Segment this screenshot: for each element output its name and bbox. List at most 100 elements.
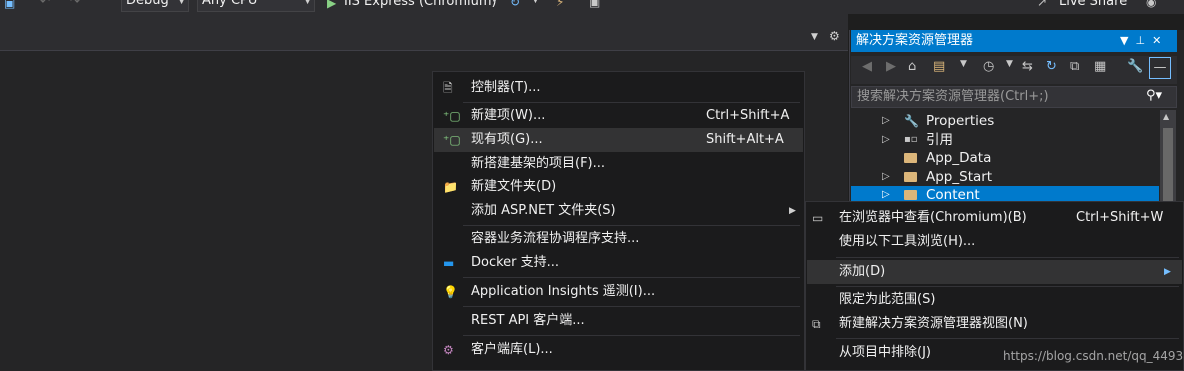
forward-icon[interactable]: ▶	[886, 59, 896, 74]
menu-item-label: 客户端库(L)...	[471, 342, 553, 357]
menu-separator	[463, 335, 800, 336]
properties-wrench-icon[interactable]: 🔧	[1127, 59, 1143, 74]
menu-item-scaffold[interactable]: 新搭建基架的项目(F)...	[434, 152, 803, 176]
menu-item-docker-support[interactable]: ▬ Docker 支持...	[434, 251, 803, 275]
document-icon: 🗎	[443, 81, 453, 95]
search-icon[interactable]: ⚲▾	[1146, 88, 1162, 103]
solution-explorer-search-input[interactable]: 搜索解决方案资源管理器(Ctrl+;)	[851, 86, 1177, 108]
menu-item-label: REST API 客户端...	[471, 313, 585, 328]
tab-list-dropdown-icon[interactable]: ▼	[811, 32, 818, 42]
menu-separator	[836, 257, 1179, 258]
menu-item-new-folder[interactable]: 📁 新建文件夹(D)	[434, 175, 803, 199]
menu-item-controller[interactable]: 🗎 控制器(T)...	[434, 76, 803, 100]
collapse-all-icon[interactable]: ⧉	[1070, 59, 1079, 74]
play-icon[interactable]: ▶	[327, 0, 336, 10]
new-folder-icon: 📁	[443, 180, 458, 194]
wrench-icon: 🔧	[904, 114, 919, 128]
menu-separator	[463, 102, 800, 103]
expand-arrow-icon[interactable]: ▷	[882, 112, 890, 130]
switch-views-icon[interactable]: ▤	[933, 59, 945, 74]
menu-item-label: 在浏览器中查看(Chromium)(B)	[839, 210, 1027, 225]
menu-item-label: 新建项(W)...	[471, 108, 546, 123]
run-button[interactable]: IIS Express (Chromium)	[344, 0, 497, 9]
home-icon[interactable]: ⌂	[908, 59, 916, 74]
menu-item-shortcut: Ctrl+Shift+A	[706, 108, 790, 123]
redo-icon[interactable]: ↷	[70, 0, 80, 8]
panel-title-buttons: ▼⊥✕	[1120, 30, 1168, 52]
menu-item-label: 使用以下工具浏览(H)...	[839, 234, 976, 249]
show-all-files-icon[interactable]: ▦	[1094, 59, 1106, 74]
menu-item-label: 添加(D)	[839, 264, 886, 279]
references-icon: ▪▫	[904, 134, 918, 145]
menu-item-new-item[interactable]: ⁺▢ 新建项(W)... Ctrl+Shift+A	[434, 104, 803, 128]
menu-item-label: Application Insights 遥测(I)...	[471, 284, 656, 299]
menu-item-label: 控制器(T)...	[471, 80, 541, 95]
screenshot-icon[interactable]: ▣	[589, 0, 600, 9]
expand-arrow-icon[interactable]: ▷	[882, 131, 890, 149]
menu-separator	[836, 286, 1179, 287]
menu-item-scope-to-this[interactable]: 限定为此范围(S)	[807, 288, 1182, 312]
preview-icon[interactable]: —	[1149, 57, 1171, 79]
menu-item-view-in-browser[interactable]: ▭ 在浏览器中查看(Chromium)(B) Ctrl+Shift+W	[807, 206, 1182, 230]
menu-item-label: 限定为此范围(S)	[839, 292, 936, 307]
expand-arrow-icon[interactable]: ▷	[882, 168, 890, 186]
refresh-icon[interactable]: ↻	[510, 0, 520, 9]
menu-item-asp-net-folder[interactable]: 添加 ASP.NET 文件夹(S) ▶	[434, 199, 803, 223]
submenu-arrow-icon: ▶	[1164, 267, 1171, 277]
menu-separator	[463, 306, 800, 307]
menu-item-existing-item[interactable]: ⁺▢ 现有项(G)... Shift+Alt+A	[434, 128, 803, 152]
add-submenu: 🗎 控制器(T)... ⁺▢ 新建项(W)... Ctrl+Shift+A ⁺▢…	[432, 71, 805, 371]
new-view-icon: ⧉	[812, 317, 821, 331]
scroll-up-icon[interactable]: ▲	[1163, 112, 1169, 121]
pin-icon[interactable]: ⊥	[1135, 34, 1152, 47]
existing-item-icon: ⁺▢	[443, 133, 461, 147]
chevron-down-icon[interactable]: ▼	[491, 0, 498, 5]
menu-item-add[interactable]: 添加(D) ▶	[807, 260, 1182, 284]
tree-item-app-start[interactable]: ▷ App_Start	[851, 168, 1159, 186]
application-insights-icon: 💡	[443, 285, 458, 299]
menu-item-new-explorer-view[interactable]: ⧉ 新建解决方案资源管理器视图(N)	[807, 312, 1182, 336]
back-icon[interactable]: ◀	[862, 59, 872, 74]
chevron-down-icon[interactable]: ▼	[960, 59, 967, 69]
chevron-down-icon[interactable]: ▼	[1006, 59, 1013, 69]
folder-icon	[904, 168, 917, 186]
menu-item-browse-with[interactable]: 使用以下工具浏览(H)...	[807, 230, 1182, 254]
sync-icon[interactable]: ⇆	[1022, 59, 1033, 74]
chevron-down-icon[interactable]: ▼	[532, 0, 539, 5]
menu-item-label: Docker 支持...	[471, 255, 560, 270]
menu-item-label: 新建文件夹(D)	[471, 179, 557, 194]
menu-item-label: 新搭建基架的项目(F)...	[471, 156, 606, 171]
platform-value: Any CPU	[202, 0, 258, 8]
refresh-icon[interactable]: ↻	[1046, 59, 1057, 74]
gear-icon[interactable]: ⚙	[829, 29, 840, 43]
platform-select[interactable]: Any CPU ▼	[197, 0, 315, 12]
menu-item-orchestrator-support[interactable]: 容器业务流程协调程序支持...	[434, 227, 803, 251]
configuration-value: Debug	[126, 0, 169, 8]
tree-item-references[interactable]: ▷ ▪▫ 引用	[851, 131, 1159, 149]
menu-item-shortcut: Shift+Alt+A	[706, 132, 784, 147]
tree-item-label: App_Start	[926, 169, 993, 185]
document-tab-strip	[0, 14, 848, 51]
solution-icon[interactable]: ▣	[4, 0, 15, 10]
menu-separator	[836, 338, 1179, 339]
menu-item-application-insights[interactable]: 💡 Application Insights 遥测(I)...	[434, 280, 803, 304]
watermark: https://blog.csdn.net/qq_44938451	[1003, 349, 1184, 363]
pending-changes-icon[interactable]: ◷	[983, 59, 994, 74]
live-share-button[interactable]: Live Share	[1059, 0, 1127, 9]
configuration-select[interactable]: Debug ▼	[121, 0, 189, 12]
tree-item-app-data[interactable]: App_Data	[851, 149, 1159, 167]
close-icon[interactable]: ✕	[1152, 34, 1168, 47]
window-position-icon[interactable]: ▼	[1120, 34, 1135, 47]
undo-icon[interactable]: ↶	[40, 0, 50, 8]
live-share-icon[interactable]: ↗	[1037, 0, 1047, 9]
menu-item-rest-api-client[interactable]: REST API 客户端...	[434, 309, 803, 333]
browser-link-icon[interactable]: ⚡	[556, 0, 564, 9]
tree-item-properties[interactable]: ▷ 🔧 Properties	[851, 112, 1159, 130]
submenu-arrow-icon: ▶	[789, 206, 796, 216]
account-icon[interactable]: ◉	[1146, 0, 1156, 9]
menu-item-label: 添加 ASP.NET 文件夹(S)	[471, 203, 616, 218]
menu-item-label: 现有项(G)...	[471, 132, 543, 147]
tree-item-label: Properties	[926, 113, 995, 129]
scrollbar-thumb[interactable]	[1163, 128, 1173, 208]
menu-item-client-library[interactable]: ⚙ 客户端库(L)...	[434, 338, 803, 362]
